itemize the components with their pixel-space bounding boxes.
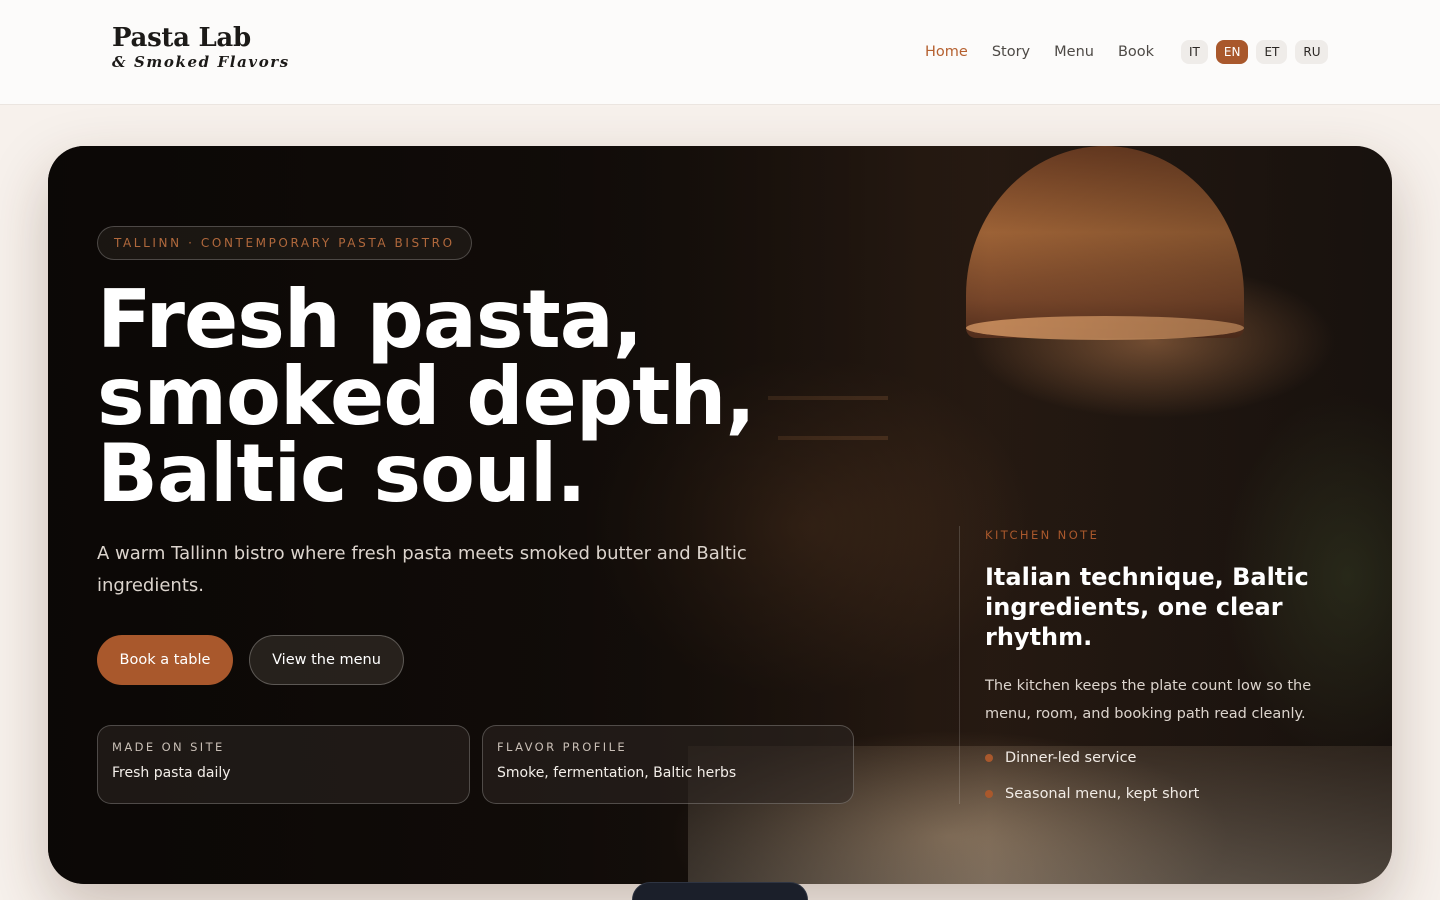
view-menu-button[interactable]: View the menu <box>249 635 404 685</box>
info-card-flavor-profile: FLAVOR PROFILE Smoke, fermentation, Balt… <box>482 725 854 804</box>
lang-it-button[interactable]: IT <box>1181 40 1208 64</box>
card-value: Fresh pasta daily <box>112 765 231 781</box>
card-label: FLAVOR PROFILE <box>497 740 628 754</box>
kitchen-note-list: Dinner-led service Seasonal menu, kept s… <box>985 748 1359 804</box>
headline-line: Fresh pasta, <box>97 273 643 366</box>
floating-toolbar[interactable] <box>632 882 808 900</box>
kitchen-note-label: KITCHEN NOTE <box>985 528 1100 542</box>
kitchen-note-panel: KITCHEN NOTE Italian technique, Baltic i… <box>959 526 1359 804</box>
lang-en-button[interactable]: EN <box>1215 40 1249 64</box>
nav-book-link[interactable]: Book <box>1118 42 1154 62</box>
card-value: Smoke, fermentation, Baltic herbs <box>497 765 737 781</box>
info-card-made-on-site: MADE ON SITE Fresh pasta daily <box>97 725 470 804</box>
brand-logo[interactable]: Pasta Lab & Smoked Flavors <box>112 22 290 70</box>
site-header: Pasta Lab & Smoked Flavors Home Story Me… <box>0 0 1440 105</box>
hero-section: TALLINN · CONTEMPORARY PASTA BISTRO Fres… <box>48 146 1392 884</box>
language-switcher: IT EN ET RU <box>1181 40 1329 64</box>
list-item-label: Dinner-led service <box>1005 750 1137 766</box>
card-label: MADE ON SITE <box>112 740 225 754</box>
list-item-label: Seasonal menu, kept short <box>1005 786 1200 802</box>
hero-lede: A warm Tallinn bistro where fresh pasta … <box>97 543 747 596</box>
kitchen-note-title: Italian technique, Baltic ingredients, o… <box>985 563 1309 651</box>
nav-home-link[interactable]: Home <box>925 42 968 62</box>
lang-ru-button[interactable]: RU <box>1295 40 1329 64</box>
brand-name: Pasta Lab <box>112 23 251 53</box>
list-item: Dinner-led service <box>985 748 1359 768</box>
nav-story-link[interactable]: Story <box>992 42 1030 62</box>
headline-line: smoked depth, <box>97 350 756 443</box>
nav-menu-link[interactable]: Menu <box>1054 42 1094 62</box>
main-nav: Home Story Menu Book <box>925 42 1154 62</box>
brand-tagline: & Smoked Flavors <box>112 53 290 71</box>
bullet-dot-icon <box>985 790 993 798</box>
headline-line: Baltic soul. <box>97 427 587 520</box>
book-table-button[interactable]: Book a table <box>97 635 233 685</box>
list-item: Seasonal menu, kept short <box>985 784 1359 804</box>
bullet-dot-icon <box>985 754 993 762</box>
location-eyebrow: TALLINN · CONTEMPORARY PASTA BISTRO <box>97 226 472 260</box>
kitchen-note-body: The kitchen keeps the plate count low so… <box>985 678 1312 722</box>
lang-et-button[interactable]: ET <box>1256 40 1288 64</box>
hero-headline: Fresh pasta, smoked depth, Baltic soul. <box>97 273 917 520</box>
